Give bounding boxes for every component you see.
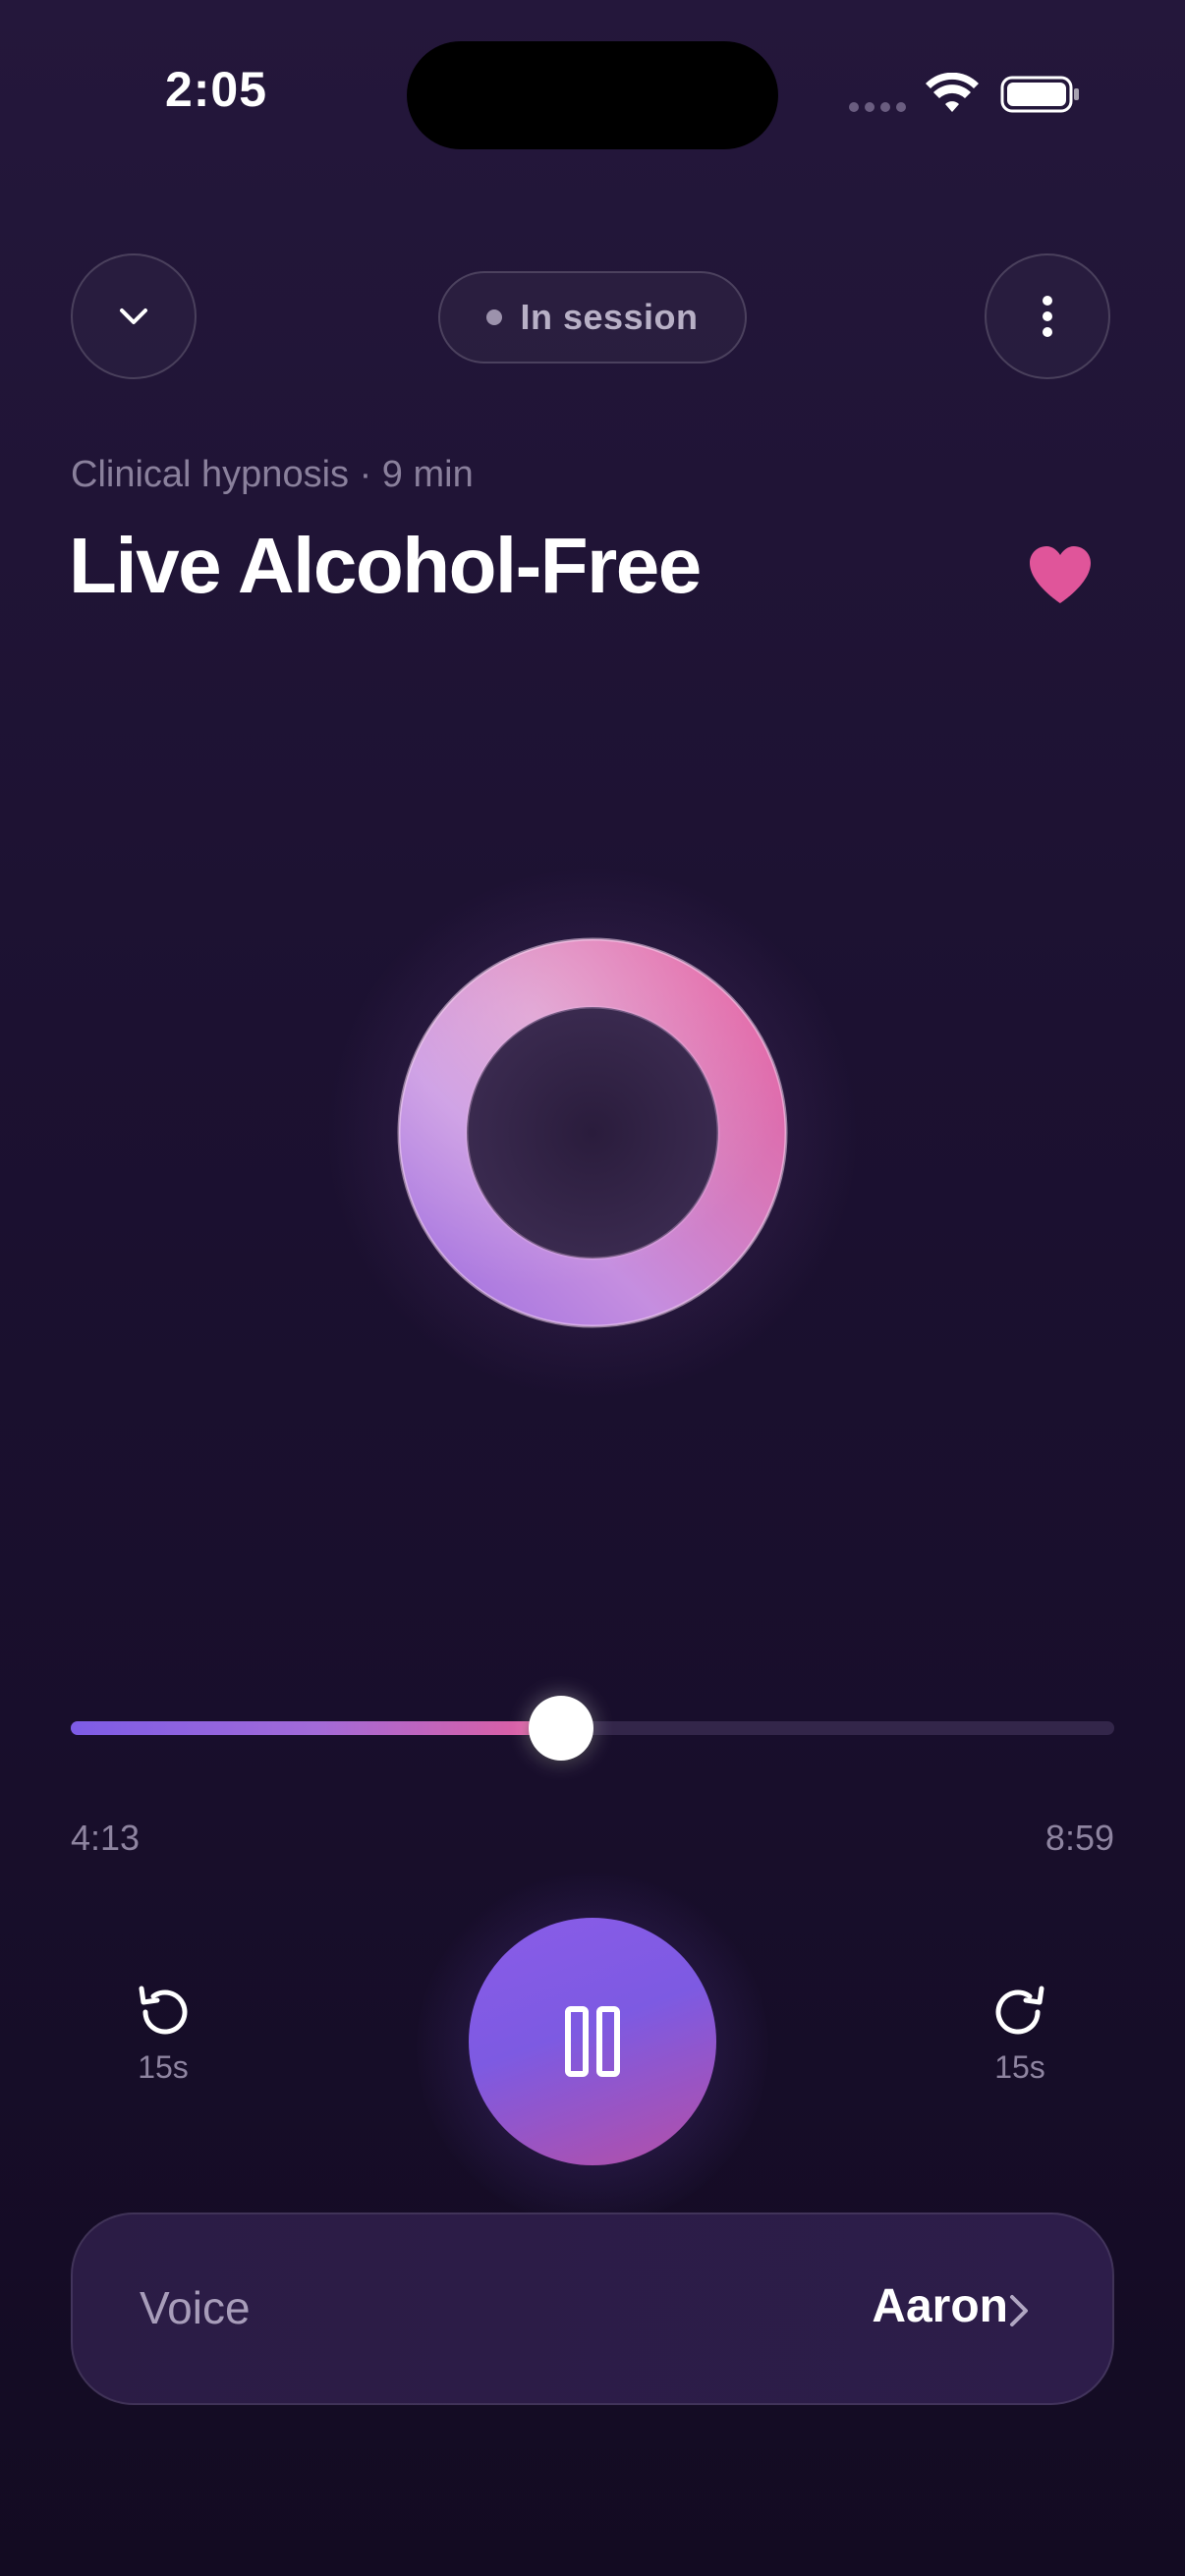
more-options-button[interactable]	[985, 253, 1110, 379]
pause-icon	[565, 2006, 620, 2077]
session-subtitle: Clinical hypnosis · 9 min	[71, 454, 474, 495]
pause-button[interactable]	[469, 1918, 716, 2165]
rotate-cw-icon	[995, 1986, 1044, 2035]
progress-fill	[71, 1721, 562, 1735]
voice-label: Voice	[140, 2282, 251, 2333]
favorite-heart-icon[interactable]	[1028, 544, 1093, 605]
skip-back-button[interactable]: 15s	[104, 1983, 222, 2086]
chevron-right-icon	[1010, 2295, 1028, 2326]
dynamic-island	[407, 41, 778, 149]
skip-forward-button[interactable]: 15s	[961, 1983, 1079, 2086]
wifi-icon	[926, 73, 979, 112]
more-vertical-icon	[1043, 296, 1052, 337]
skip-back-label: 15s	[138, 2049, 189, 2085]
status-dot-icon	[486, 309, 503, 325]
breathing-orb-visual	[397, 937, 788, 1328]
cellular-signal-icon	[849, 102, 906, 112]
total-duration: 8:59	[1044, 1818, 1114, 1858]
session-title: Live Alcohol-Free	[69, 522, 702, 609]
chevron-down-icon	[120, 308, 147, 324]
status-time: 2:05	[164, 62, 268, 117]
progress-scrubber-handle[interactable]	[529, 1696, 594, 1761]
elapsed-time: 4:13	[71, 1818, 141, 1858]
rotate-ccw-icon	[139, 1986, 188, 2035]
battery-icon	[1000, 76, 1079, 113]
collapse-player-button[interactable]	[71, 253, 197, 379]
session-status-badge: In session	[438, 271, 747, 364]
voice-value: Aaron	[872, 2280, 1008, 2332]
session-status-label: In session	[520, 297, 699, 337]
skip-forward-label: 15s	[994, 2049, 1045, 2085]
